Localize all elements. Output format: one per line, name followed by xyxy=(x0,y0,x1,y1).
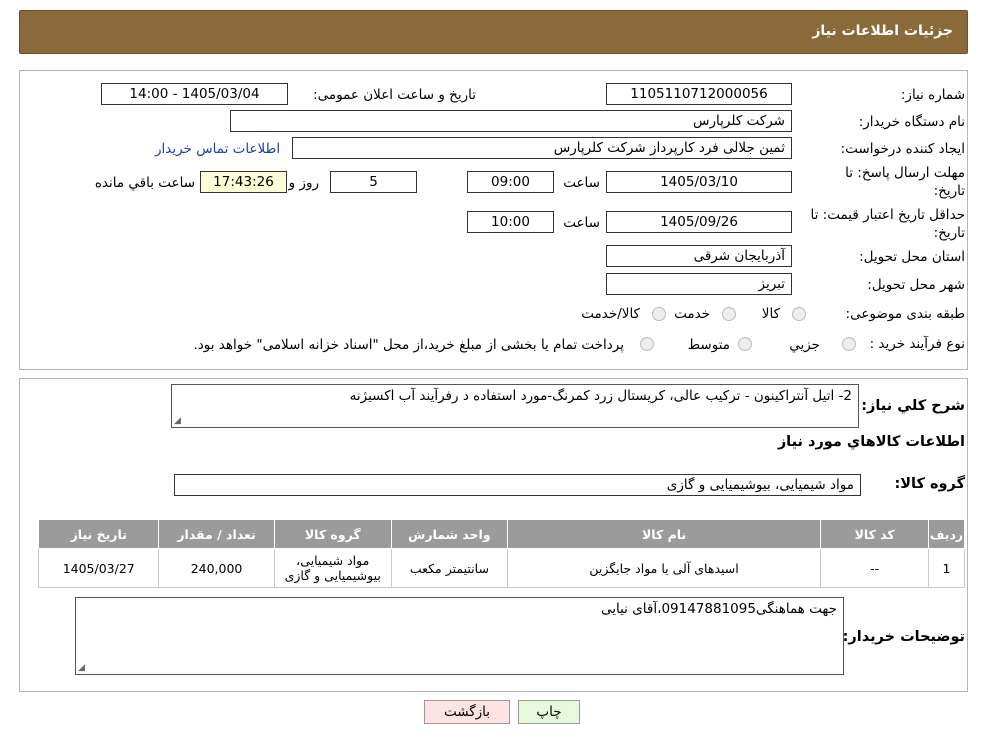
process-option-minor: جزیي xyxy=(789,337,820,353)
goods-table-header: رديف کد کالا نام کالا واحد شمارش گروه کا… xyxy=(37,519,965,549)
cell-group: مواد شیمیایی، بیوشیمیایی و گازی xyxy=(273,548,392,588)
description-textarea[interactable]: 2- اتیل آنتراکینون - ترکیب عالی، کریستال… xyxy=(171,384,859,428)
process-label: نوع فرآیند خرید : xyxy=(869,336,965,352)
goods-section-title: اطلاعات کالاهاي مورد نياز xyxy=(777,434,965,450)
process-note: پرداخت تمام یا بخشی از مبلغ خرید،از محل … xyxy=(193,337,624,353)
remaining-label: ساعت باقي مانده xyxy=(94,175,195,191)
category-radio-goods[interactable] xyxy=(792,307,806,321)
page-title: جزئیات اطلاعات نیاز xyxy=(812,23,953,39)
cell-date: 1405/03/27 xyxy=(37,548,160,588)
province-field: آذربایجان شرقی xyxy=(606,245,792,267)
buyer-notes-label: توضیحات خریدار: xyxy=(842,629,965,645)
col-row: رديف xyxy=(928,519,965,549)
resize-grip-icon[interactable]: ◢ xyxy=(174,416,181,426)
remaining-time-field: 17:43:26 xyxy=(200,171,287,193)
deadline-time-field: 09:00 xyxy=(467,171,554,193)
announce-label: تاریخ و ساعت اعلان عمومی: xyxy=(313,87,476,103)
category-radio-service[interactable] xyxy=(722,307,736,321)
category-label: طبقه بندی موضوعی: xyxy=(845,306,965,322)
need-number-field: 1105110712000056 xyxy=(606,83,792,105)
cell-unit: سانتیمتر مکعب xyxy=(390,548,508,588)
col-date: تاریخ نیاز xyxy=(37,519,160,549)
deadline-label: مهلت ارسال پاسخ: تا xyxy=(845,165,965,181)
buyer-org-field: شرکت کلرپارس xyxy=(230,110,792,132)
validity-time-label: ساعت xyxy=(563,215,600,231)
goods-table: رديف کد کالا نام کالا واحد شمارش گروه کا… xyxy=(37,519,965,588)
announce-field: 1405/03/04 - 14:00 xyxy=(101,83,288,105)
col-group: گروه کالا xyxy=(273,519,392,549)
goods-group-label: گروه کالا: xyxy=(894,476,965,492)
deadline-date-field: 1405/03/10 xyxy=(606,171,792,193)
buyer-notes-text: جهت هماهنگی09147881095،آقای نیایی xyxy=(600,601,837,617)
category-option-goods-service: کالا/خدمت xyxy=(581,306,640,322)
province-label: استان محل تحویل: xyxy=(859,249,965,265)
process-radio-medium[interactable] xyxy=(738,337,752,351)
buyer-contact-link[interactable]: اطلاعات تماس خریدار xyxy=(155,141,280,157)
city-field: تبریز xyxy=(606,273,792,295)
description-label: شرح کلي نياز: xyxy=(861,398,965,414)
goods-group-field: مواد شیمیایی، بیوشیمیایی و گازی xyxy=(174,474,861,496)
category-option-goods: کالا xyxy=(761,306,780,322)
print-button[interactable]: چاپ xyxy=(518,700,580,724)
validity-label: حداقل تاریخ اعتبار قیمت: تا xyxy=(810,207,965,223)
need-number-label: شماره نیاز: xyxy=(900,87,965,103)
resize-grip-icon[interactable]: ◢ xyxy=(78,663,85,673)
cell-qty: 240,000 xyxy=(158,548,275,588)
col-qty: تعداد / مقدار xyxy=(158,519,275,549)
creator-label: ایجاد کننده درخواست: xyxy=(840,141,965,157)
validity-date-field: 1405/09/26 xyxy=(606,211,792,233)
process-radio-treasury[interactable] xyxy=(640,337,654,351)
col-name: نام کالا xyxy=(506,519,822,549)
process-radio-minor[interactable] xyxy=(842,337,856,351)
category-radio-goods-service[interactable] xyxy=(652,307,666,321)
cell-name: اسیدهای آلی یا مواد جایگزین xyxy=(506,548,822,588)
days-label: روز و xyxy=(288,175,319,191)
city-label: شهر محل تحویل: xyxy=(867,277,965,293)
col-code: کد کالا xyxy=(820,519,930,549)
creator-field: ثمین جلالی فرد کارپرداز شرکت کلرپارس xyxy=(292,137,792,159)
back-button[interactable]: بازگشت xyxy=(424,700,510,724)
category-option-service: خدمت xyxy=(674,306,710,322)
description-text: 2- اتیل آنتراکینون - ترکیب عالی، کریستال… xyxy=(349,388,852,404)
days-field: 5 xyxy=(330,171,417,193)
process-option-medium: متوسط xyxy=(687,337,730,353)
deadline-label-2: تاریخ: xyxy=(933,183,965,199)
cell-code: -- xyxy=(820,548,930,588)
table-row: 1 -- اسیدهای آلی یا مواد جایگزین سانتیمت… xyxy=(37,548,965,588)
col-unit: واحد شمارش xyxy=(390,519,508,549)
deadline-time-label: ساعت xyxy=(563,175,600,191)
buyer-org-label: نام دستگاه خریدار: xyxy=(858,114,965,130)
validity-label-2: تاریخ: xyxy=(933,225,965,241)
buyer-notes-textarea[interactable]: جهت هماهنگی09147881095،آقای نیایی ◢ xyxy=(75,597,844,675)
validity-time-field: 10:00 xyxy=(467,211,554,233)
page-header: جزئیات اطلاعات نیاز xyxy=(19,10,968,54)
cell-row: 1 xyxy=(928,548,965,588)
